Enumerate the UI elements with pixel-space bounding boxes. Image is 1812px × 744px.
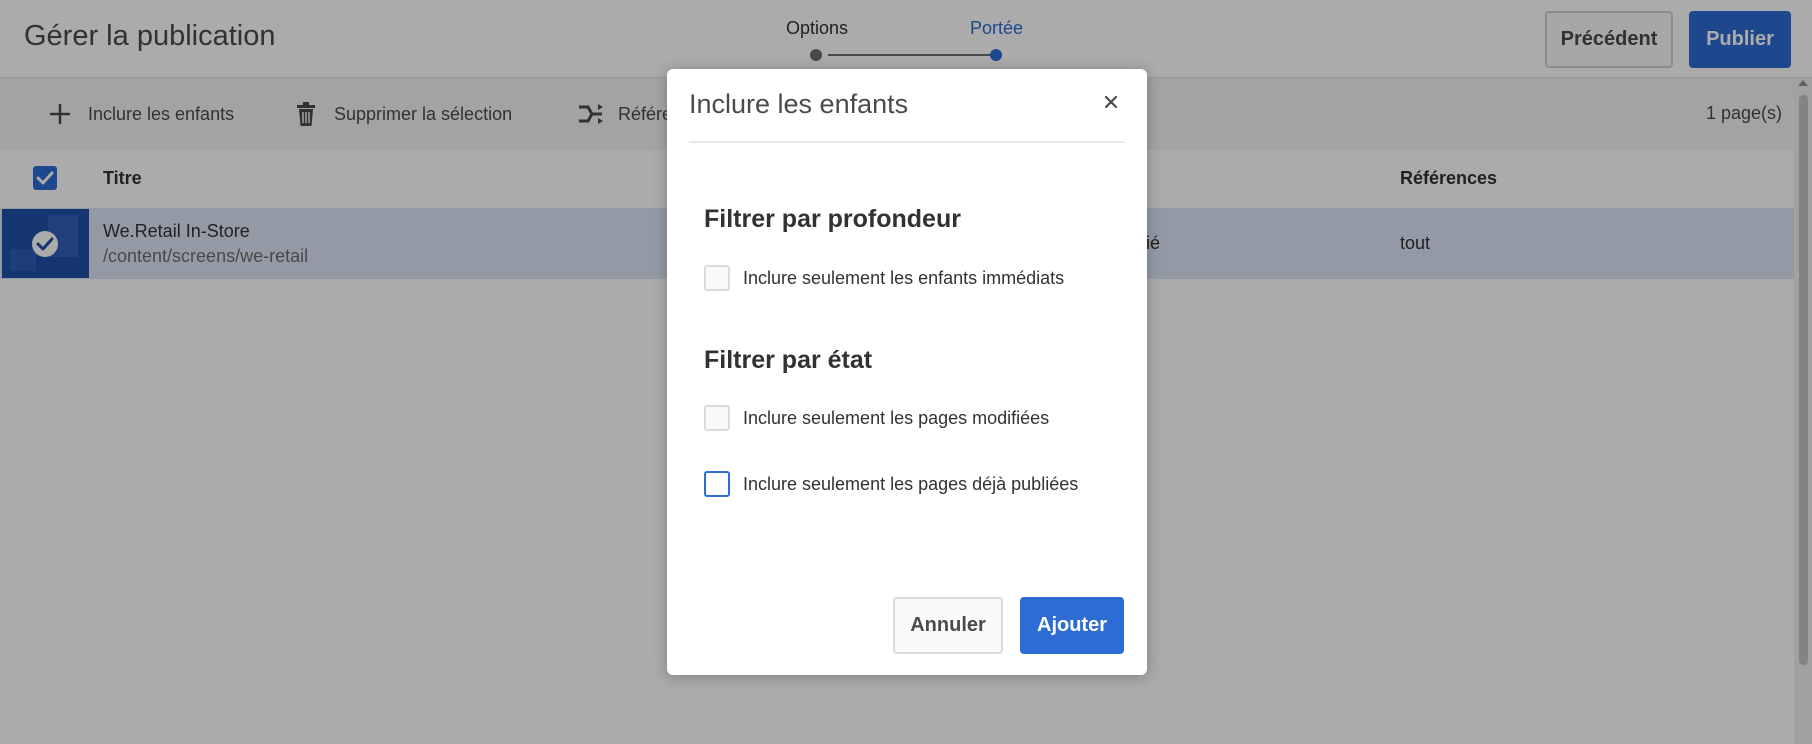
close-icon[interactable] [1101,92,1121,112]
cancel-button[interactable]: Annuler [893,597,1003,654]
immediate-children-label[interactable]: Inclure seulement les enfants immédiats [743,268,1064,289]
immediate-children-checkbox[interactable] [704,265,730,291]
modified-pages-label[interactable]: Inclure seulement les pages modifiées [743,408,1049,429]
depth-filter-heading: Filtrer par profondeur [704,205,961,233]
state-filter-heading: Filtrer par état [704,346,873,374]
dialog-title: Inclure les enfants [689,89,909,119]
published-pages-checkbox[interactable] [704,471,730,497]
published-pages-label[interactable]: Inclure seulement les pages déjà publiée… [743,474,1078,495]
dialog-divider [689,141,1125,143]
modified-pages-checkbox[interactable] [704,405,730,431]
add-button[interactable]: Ajouter [1020,597,1124,654]
